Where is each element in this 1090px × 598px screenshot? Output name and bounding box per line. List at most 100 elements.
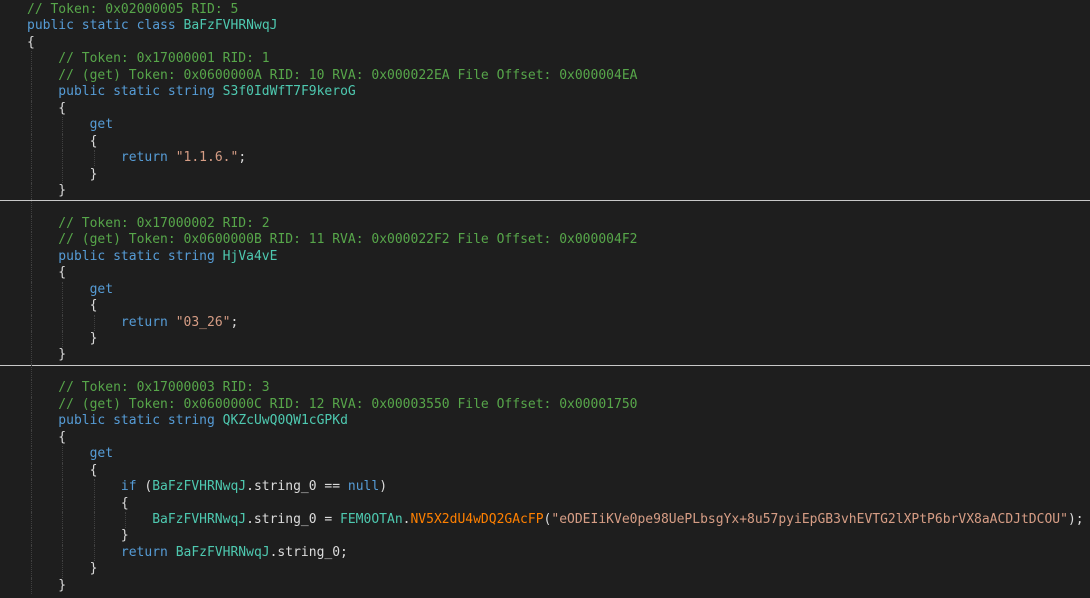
punctuation: { — [89, 462, 98, 478]
code-line: } — [0, 331, 1090, 348]
keyword: get — [89, 117, 114, 133]
code-text: { — [121, 496, 129, 512]
punctuation: { — [58, 429, 67, 445]
code-line: // Token: 0x02000005 RID: 5 — [0, 2, 1090, 18]
indent-guide — [31, 215, 32, 233]
code-line: get — [0, 446, 1090, 463]
keyword: get — [89, 446, 114, 462]
code-line — [0, 199, 1090, 216]
code-line: } — [0, 182, 1090, 200]
indent-guide — [93, 544, 95, 562]
code-text: // (get) Token: 0x0600000B RID: 11 RVA: … — [58, 232, 637, 248]
code-line: } — [0, 528, 1090, 545]
comment: // Token: 0x17000003 RID: 3 — [58, 380, 270, 396]
indent-guide — [31, 199, 32, 216]
code-text: // Token: 0x02000005 RID: 5 — [27, 2, 238, 18]
indent-guide — [31, 182, 32, 200]
code-text: } — [90, 331, 98, 347]
code-text: get — [90, 446, 113, 462]
indent-guide — [62, 479, 64, 496]
code-text: } — [90, 167, 98, 183]
code-text: { — [58, 101, 66, 117]
code-line: } — [0, 561, 1090, 578]
indent-guide — [31, 281, 32, 299]
code-line: } — [0, 347, 1090, 364]
keyword: public static class — [27, 18, 184, 34]
code-text: get — [90, 117, 113, 133]
code-text: // (get) Token: 0x0600000A RID: 10 RVA: … — [58, 68, 637, 84]
punctuation: ) — [379, 479, 388, 495]
indent-guide — [62, 166, 64, 183]
code-line: // Token: 0x17000002 RID: 2 — [0, 215, 1090, 233]
keyword: public static string — [58, 84, 223, 100]
punctuation: { — [89, 298, 98, 314]
indent-guide — [62, 495, 64, 512]
indent-guide — [31, 528, 32, 545]
code-text: } — [58, 578, 66, 594]
code-line: public static class BaFzFVHRNwqJ — [0, 18, 1090, 34]
code-text: public static string HjVa4vE — [58, 249, 277, 265]
comment: // (get) Token: 0x0600000A RID: 10 RVA: … — [58, 67, 638, 83]
indent-guide — [93, 495, 95, 512]
identifier: HjVa4vE — [222, 248, 278, 264]
code-line: public static string S3f0IdWfT7F9keroG — [0, 84, 1090, 101]
code-text: get — [90, 282, 113, 298]
indent-guide — [93, 479, 95, 496]
punctuation: ; — [230, 314, 239, 330]
code-line: BaFzFVHRNwqJ.string_0 = FEM0OTAn.NV5X2dU… — [0, 511, 1090, 529]
code-editor[interactable]: // Token: 0x02000005 RID: 5 public static… — [0, 0, 1090, 598]
indent-guide — [31, 248, 32, 266]
indent-guide — [31, 100, 32, 118]
indent-guide — [31, 561, 32, 578]
indent-guide — [62, 150, 64, 167]
code-line: if (BaFzFVHRNwqJ.string_0 == null) — [0, 479, 1090, 496]
code-text: { — [90, 134, 98, 150]
indent-guide — [31, 446, 32, 463]
indent-guide — [62, 331, 64, 348]
code-text: public static string S3f0IdWfT7F9keroG — [58, 84, 355, 100]
code-text: } — [58, 347, 66, 363]
code-text: // (get) Token: 0x0600000C RID: 12 RVA: … — [58, 397, 637, 413]
code-text: BaFzFVHRNwqJ.string_0 = FEM0OTAn.NV5X2dU… — [152, 512, 1083, 528]
code-line: { — [0, 100, 1090, 118]
code-text: { — [58, 265, 66, 281]
punctuation: } — [89, 166, 98, 182]
identifier: BaFzFVHRNwqJ — [152, 511, 247, 527]
code-line: get — [0, 117, 1090, 134]
code-line: { — [0, 35, 1090, 51]
punctuation: } — [58, 182, 67, 198]
comment: // Token: 0x17000002 RID: 2 — [58, 215, 270, 231]
indent-guide — [124, 511, 126, 529]
code-text: return "1.1.6."; — [121, 150, 246, 166]
comment: // (get) Token: 0x0600000B RID: 11 RVA: … — [58, 232, 638, 248]
keyword: null — [347, 479, 380, 495]
indent-guide — [93, 150, 95, 167]
punctuation: .string_0; — [269, 544, 348, 560]
indent-guide — [31, 495, 32, 512]
indent-guide — [62, 314, 64, 331]
indent-guide — [31, 232, 32, 249]
comment: // Token: 0x02000005 RID: 5 — [27, 2, 239, 17]
indent-guide — [31, 117, 32, 134]
indent-guide — [93, 528, 95, 545]
indent-guide — [31, 150, 32, 167]
code-text: { — [27, 35, 35, 51]
indent-guide — [62, 511, 64, 529]
code-text: { — [58, 430, 66, 446]
indent-guide — [31, 511, 32, 529]
punctuation: { — [27, 34, 35, 50]
indent-guide — [31, 51, 32, 68]
punctuation: .string_0 == — [246, 479, 348, 495]
keyword: get — [89, 281, 114, 297]
indent-guide — [31, 479, 32, 496]
code-line: get — [0, 281, 1090, 299]
keyword: return — [120, 150, 176, 166]
punctuation: } — [89, 561, 98, 577]
code-text: public static class BaFzFVHRNwqJ — [27, 18, 277, 34]
comment: // (get) Token: 0x0600000C RID: 12 RVA: … — [58, 396, 638, 412]
code-line: } — [0, 577, 1090, 595]
punctuation: { — [89, 133, 98, 149]
code-line: { — [0, 495, 1090, 512]
code-text: } — [121, 528, 129, 544]
indent-guide — [31, 298, 32, 315]
